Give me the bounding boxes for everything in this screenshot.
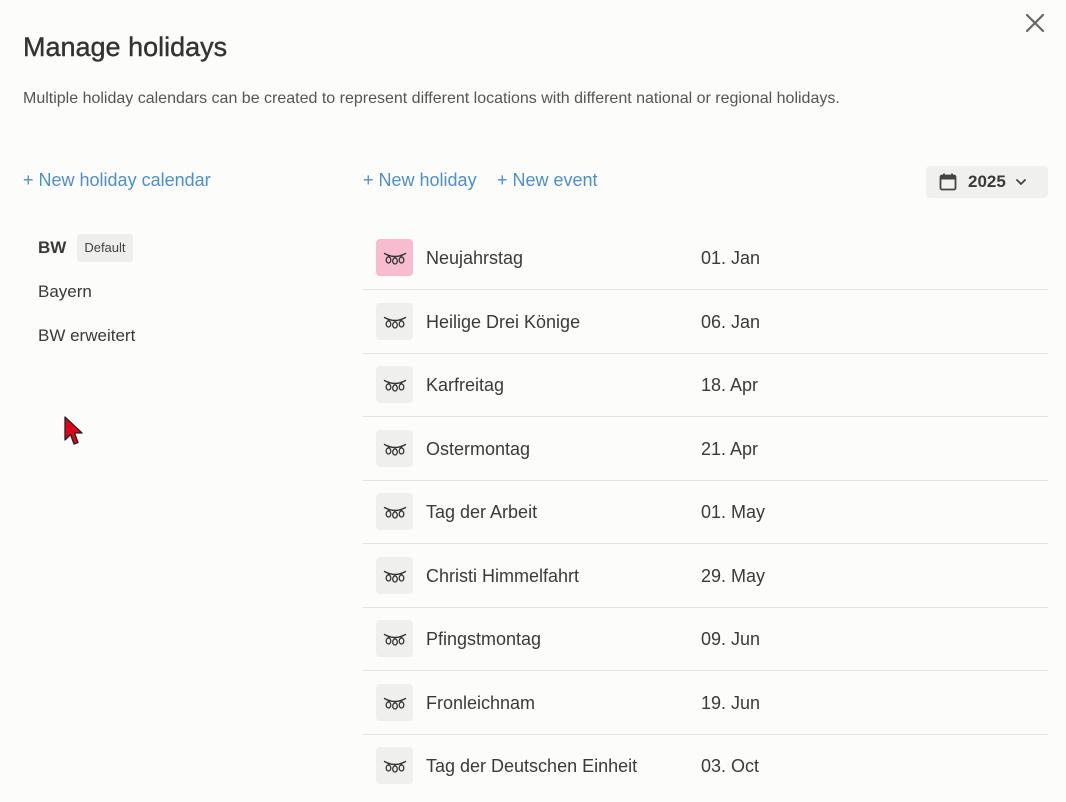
- year-label: 2025: [968, 172, 1006, 191]
- default-badge: Default: [77, 234, 133, 262]
- holiday-date: 18. Apr: [701, 375, 759, 395]
- calendar-item-bw-erweitert[interactable]: BW erweitert: [38, 326, 135, 346]
- string-lights-icon: [376, 239, 413, 276]
- holiday-row[interactable]: Ostermontag 21. Apr: [363, 417, 1048, 481]
- close-button[interactable]: [1022, 10, 1048, 36]
- dialog-description: Multiple holiday calendars can be create…: [23, 90, 840, 107]
- calendar-item-label: BW: [38, 238, 67, 257]
- string-lights-icon: [376, 493, 413, 530]
- holiday-name: Karfreitag: [426, 375, 505, 395]
- string-lights-icon: [376, 684, 413, 721]
- holiday-name: Christi Himmelfahrt: [426, 566, 580, 586]
- holiday-name: Tag der Deutschen Einheit: [426, 756, 638, 776]
- holiday-date: 01. Jan: [701, 248, 761, 268]
- calendar-item-label: Bayern: [38, 282, 92, 301]
- year-selector[interactable]: 2025: [926, 166, 1048, 198]
- holiday-name: Heilige Drei Könige: [426, 312, 581, 332]
- string-lights-icon: [376, 747, 413, 784]
- holiday-name: Fronleichnam: [426, 693, 536, 713]
- mouse-cursor-icon: [64, 416, 83, 445]
- dialog-title: Manage holidays: [23, 32, 228, 62]
- holiday-row[interactable]: Christi Himmelfahrt 29. May: [363, 544, 1048, 608]
- holiday-row[interactable]: Pfingstmontag 09. Jun: [363, 607, 1048, 671]
- holiday-date: 29. May: [701, 566, 766, 586]
- calendar-item-bayern[interactable]: Bayern: [38, 282, 92, 302]
- close-icon: [1025, 13, 1045, 33]
- holiday-row[interactable]: Heilige Drei Könige 06. Jan: [363, 290, 1048, 354]
- string-lights-icon: [376, 430, 413, 467]
- holiday-name: Neujahrstag: [426, 248, 524, 268]
- string-lights-icon: [376, 303, 413, 340]
- new-holiday-calendar-link[interactable]: + New holiday calendar: [23, 168, 211, 192]
- holiday-row[interactable]: Tag der Arbeit 01. May: [363, 480, 1048, 544]
- holiday-name: Ostermontag: [426, 439, 531, 459]
- holiday-date: 01. May: [701, 502, 766, 522]
- calendar-icon: [939, 173, 957, 191]
- string-lights-icon: [376, 557, 413, 594]
- holiday-row[interactable]: Tag der Deutschen Einheit 03. Oct: [363, 734, 1048, 798]
- new-event-link[interactable]: + New event: [497, 168, 598, 192]
- holiday-date: 21. Apr: [701, 439, 759, 459]
- holiday-row[interactable]: Neujahrstag 01. Jan: [363, 226, 1048, 290]
- string-lights-icon: [376, 366, 413, 403]
- holiday-name: Tag der Arbeit: [426, 502, 538, 522]
- holiday-name: Pfingstmontag: [426, 629, 542, 649]
- calendar-item-label: BW erweitert: [38, 326, 136, 345]
- chevron-down-icon: [1015, 179, 1026, 185]
- holiday-row[interactable]: Fronleichnam 19. Jun: [363, 671, 1048, 735]
- string-lights-icon: [376, 620, 413, 657]
- new-holiday-link[interactable]: + New holiday: [363, 168, 477, 192]
- holiday-date: 09. Jun: [701, 629, 761, 649]
- holiday-date: 06. Jan: [701, 312, 761, 332]
- holiday-date: 03. Oct: [701, 756, 760, 776]
- holiday-date: 19. Jun: [701, 693, 761, 713]
- holiday-row[interactable]: Karfreitag 18. Apr: [363, 353, 1048, 417]
- calendar-item-bw[interactable]: BW Default: [38, 234, 133, 262]
